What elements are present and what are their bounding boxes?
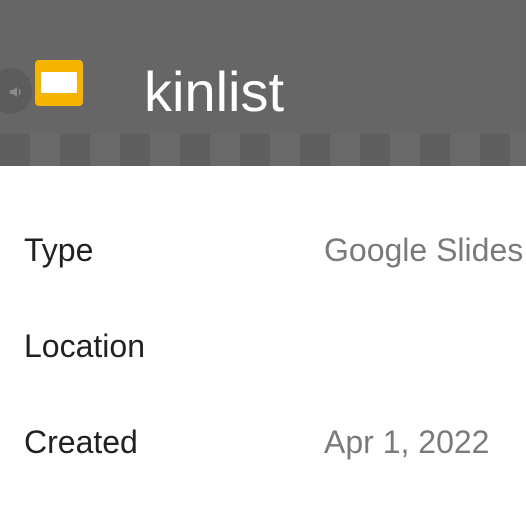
detail-label-created: Created [24, 424, 138, 460]
header-pattern [0, 134, 526, 166]
detail-label-type: Type [24, 232, 94, 268]
detail-row-type: Type Google Slides [0, 230, 526, 326]
detail-row-location: Location [0, 326, 526, 422]
detail-value-type: Google Slides [324, 232, 524, 268]
google-slides-icon [35, 60, 83, 106]
detail-label-location: Location [24, 328, 145, 364]
details-header: kinlist [0, 0, 526, 166]
speaker-icon[interactable] [0, 68, 32, 114]
file-title: kinlist [144, 60, 285, 123]
detail-value-created: Apr 1, 2022 [324, 424, 490, 460]
detail-row-created: Created Apr 1, 2022 [0, 422, 526, 518]
